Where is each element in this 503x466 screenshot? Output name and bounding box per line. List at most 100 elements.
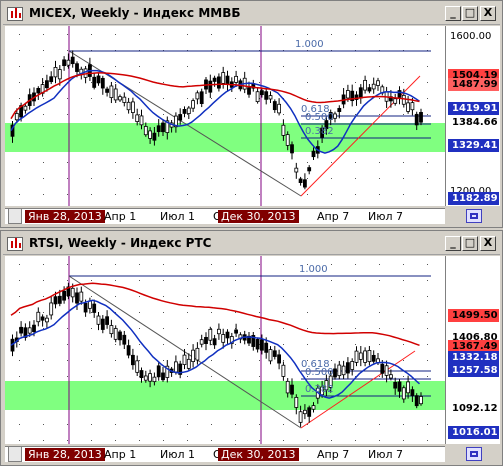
grid-dot: [19, 66, 20, 67]
grid-dot: [43, 114, 44, 115]
candle-body: [367, 350, 372, 363]
grid-dot: [163, 34, 164, 35]
candle-body: [14, 113, 19, 121]
candle-body: [358, 352, 363, 360]
grid-dot: [355, 312, 356, 313]
candle-body: [419, 112, 423, 123]
candle-body: [79, 291, 84, 302]
grid-dot: [43, 82, 44, 83]
grid-dot: [283, 162, 284, 163]
grid-dot: [379, 280, 380, 281]
scroll-left-button[interactable]: [8, 208, 22, 224]
candle-body: [131, 354, 135, 366]
micex-title-bar[interactable]: MICEX, Weekly - Индекс ММВБ _ □ X: [3, 3, 500, 25]
rtsi-price-axis[interactable]: 1499.50 1406.80 1367.49 1332.18 1257.58 1092.…: [445, 256, 500, 444]
grid-dot: [259, 440, 260, 441]
micex-price-axis[interactable]: 1600.00 1200.00 1504.191487.991419.91138…: [445, 26, 500, 206]
candle-body: [380, 363, 385, 374]
grid-dot: [139, 344, 140, 345]
candle-body: [143, 126, 148, 136]
rtsi-window-title: RTSI, Weekly - Индекс РТС: [29, 236, 212, 250]
maximize-button[interactable]: □: [462, 6, 478, 21]
grid-dot: [259, 66, 260, 67]
time-axis-label: Июл 1: [160, 448, 196, 461]
candle-body: [161, 372, 165, 381]
grid-dot: [283, 440, 284, 441]
candle-body: [122, 96, 127, 103]
grid-dot: [91, 114, 92, 115]
grid-dot: [379, 114, 380, 115]
rtsi-title-bar[interactable]: RTSI, Weekly - Индекс РТС _ □ X: [3, 233, 500, 255]
grid-dot: [115, 34, 116, 35]
grid-dot: [331, 264, 332, 265]
candle-body: [221, 72, 226, 84]
candle-body: [57, 69, 62, 80]
candle-body: [36, 311, 41, 323]
grid-dot: [259, 162, 260, 163]
grid-dot: [259, 296, 260, 297]
micex-time-axis[interactable]: Янв 28, 2013Апр 1Июл 1Окт 1Дек 30, 2013А…: [5, 208, 445, 224]
scroll-left-button[interactable]: [8, 446, 22, 462]
chart-icon: [7, 7, 23, 21]
grid-dot: [307, 440, 308, 441]
grid-dot: [331, 328, 332, 329]
candle-body: [419, 396, 423, 405]
candle-body: [92, 76, 97, 88]
candle-body: [302, 179, 307, 188]
close-button[interactable]: X: [480, 6, 496, 21]
chart-options-icon[interactable]: [466, 209, 482, 223]
minimize-button[interactable]: _: [445, 6, 461, 21]
grid-dot: [379, 440, 380, 441]
grid-dot: [67, 264, 68, 265]
grid-dot: [403, 296, 404, 297]
candle-body: [406, 102, 411, 112]
grid-dot: [379, 264, 380, 265]
candle-body: [23, 105, 28, 111]
grid-dot: [211, 66, 212, 67]
chart-options-icon[interactable]: [466, 447, 482, 461]
micex-price-chart[interactable]: 1.000 0.618 0.500 0.382: [5, 26, 445, 206]
grid-dot: [283, 114, 284, 115]
grid-dot: [187, 344, 188, 345]
candle-body: [311, 405, 316, 410]
time-axis-label: Апр 1: [104, 210, 137, 223]
grid-dot: [235, 264, 236, 265]
grid-dot: [307, 296, 308, 297]
rtsi-price-chart[interactable]: 1.000 0.618 0.500 0.382: [5, 256, 445, 444]
grid-dot: [355, 264, 356, 265]
candle-body: [225, 331, 230, 339]
grid-dot: [235, 178, 236, 179]
price-tag: 1419.91: [448, 102, 499, 115]
candle-body: [122, 334, 127, 345]
grid-dot: [115, 360, 116, 361]
minimize-button[interactable]: _: [445, 236, 461, 251]
candle-body: [333, 113, 337, 119]
candle-body: [53, 67, 58, 78]
price-tag: 1329.41: [448, 139, 499, 152]
candle-body: [156, 125, 161, 133]
grid-dot: [307, 178, 308, 179]
time-axis-label: Апр 7: [317, 448, 350, 461]
candle-body: [337, 108, 342, 112]
grid-dot: [139, 424, 140, 425]
candle-body: [281, 124, 286, 136]
candle-body: [345, 362, 350, 374]
grid-dot: [427, 280, 428, 281]
grid-dot: [355, 296, 356, 297]
grid-dot: [259, 360, 260, 361]
grid-dot: [211, 424, 212, 425]
grid-dot: [19, 296, 20, 297]
grid-dot: [67, 114, 68, 115]
grid-dot: [331, 440, 332, 441]
candle-body: [152, 376, 157, 383]
grid-dot: [355, 162, 356, 163]
close-button[interactable]: X: [480, 236, 496, 251]
maximize-button[interactable]: □: [462, 236, 478, 251]
grid-dot: [235, 312, 236, 313]
candle-body: [62, 59, 66, 67]
rtsi-chart-window: RTSI, Weekly - Индекс РТС _ □ X 1.000 0.6…: [0, 230, 503, 466]
y-tick-label: 1600.00: [450, 31, 492, 42]
rtsi-time-axis[interactable]: Янв 28, 2013Апр 1Июл 1Окт 1Дек 30, 2013А…: [5, 446, 445, 462]
candle-body: [281, 364, 286, 377]
grid-dot: [307, 162, 308, 163]
